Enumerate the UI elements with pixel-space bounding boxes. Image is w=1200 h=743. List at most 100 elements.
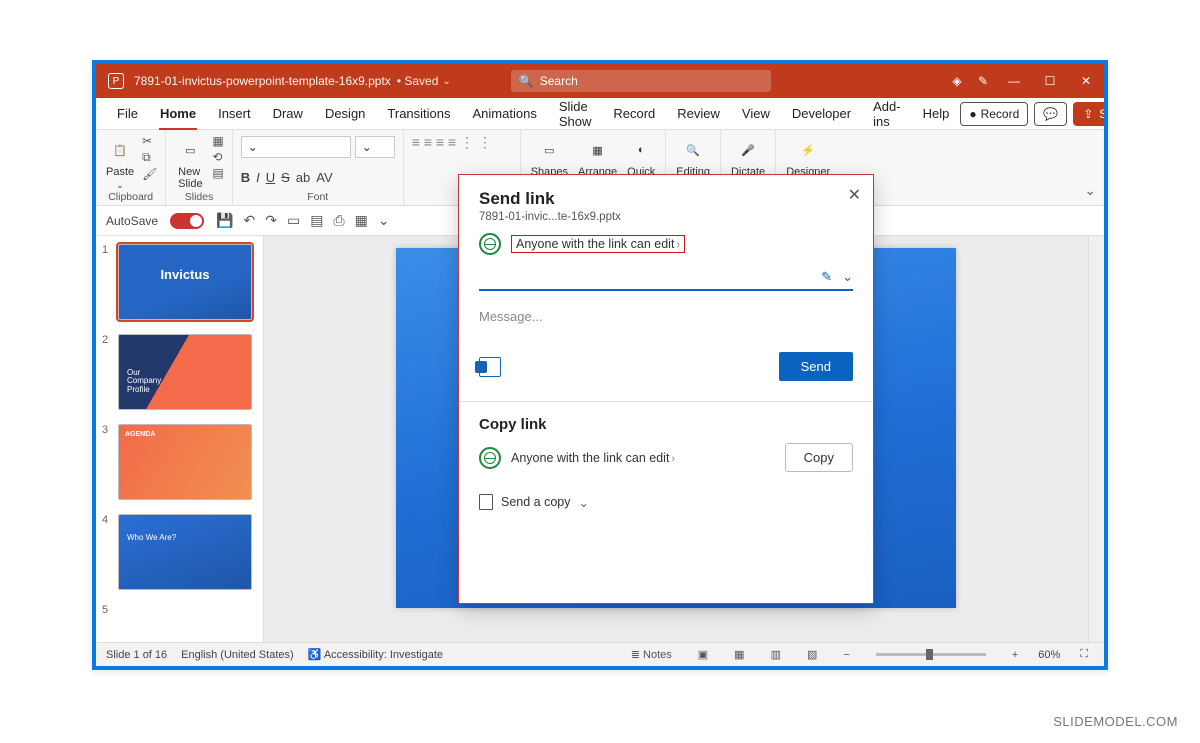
message-input[interactable]: Message... bbox=[479, 309, 853, 324]
bold-button[interactable]: B bbox=[241, 170, 250, 185]
accessibility-status[interactable]: ♿ Accessibility: Investigate bbox=[308, 648, 443, 661]
redo-icon[interactable]: ↷ bbox=[265, 212, 277, 229]
divider bbox=[459, 401, 873, 402]
link-permission-row[interactable]: Anyone with the link can edit› bbox=[479, 233, 853, 255]
cut-icon[interactable]: ✂ bbox=[142, 134, 157, 148]
menu-animations[interactable]: Animations bbox=[462, 98, 548, 130]
close-dialog-button[interactable]: ✕ bbox=[848, 185, 861, 205]
chevron-right-icon: › bbox=[676, 239, 680, 251]
reset-icon[interactable]: ⟲ bbox=[212, 150, 223, 164]
layout-icon[interactable]: ▦ bbox=[212, 134, 223, 148]
ribbon-font-group: ⌄ ⌄ B I U S ab AV Font bbox=[233, 130, 404, 205]
paste-button[interactable]: 📋Paste⌄ bbox=[104, 134, 136, 193]
qat-icon[interactable]: ▭ bbox=[287, 212, 300, 229]
app-window: P 7891-01-invictus-powerpoint-template-1… bbox=[92, 60, 1108, 670]
chevron-right-icon: › bbox=[671, 453, 675, 465]
chevron-down-icon: ⌄ bbox=[579, 495, 589, 510]
zoom-slider[interactable] bbox=[876, 653, 986, 656]
strike-button[interactable]: S bbox=[281, 170, 290, 185]
menu-file[interactable]: File bbox=[106, 98, 149, 130]
search-box[interactable]: 🔍 bbox=[511, 70, 771, 92]
powerpoint-icon: P bbox=[108, 73, 124, 89]
premium-icon[interactable]: ◈ bbox=[944, 74, 970, 88]
menu-draw[interactable]: Draw bbox=[262, 98, 314, 130]
ribbon-clipboard-group: 📋Paste⌄ ✂ ⧉ 🖌 Clipboard bbox=[96, 130, 166, 205]
reading-view-icon[interactable]: ▥ bbox=[765, 648, 787, 661]
search-input[interactable] bbox=[540, 74, 763, 88]
coming-soon-icon[interactable]: ✎ bbox=[970, 74, 996, 88]
pencil-icon[interactable]: ✎ bbox=[821, 269, 832, 285]
slide-thumb-4[interactable]: Who We Are? bbox=[118, 514, 252, 590]
autosave-toggle[interactable] bbox=[170, 213, 204, 229]
send-button[interactable]: Send bbox=[779, 352, 853, 381]
autosave-label: AutoSave bbox=[106, 214, 158, 228]
watermark: SLIDEMODEL.COM bbox=[1053, 714, 1178, 729]
title-bar: P 7891-01-invictus-powerpoint-template-1… bbox=[96, 64, 1104, 98]
minimize-button[interactable]: — bbox=[996, 64, 1032, 98]
new-slide-button[interactable]: ▭New Slide bbox=[174, 134, 206, 192]
format-painter-icon[interactable]: 🖌 bbox=[142, 167, 157, 181]
menu-insert[interactable]: Insert bbox=[207, 98, 262, 130]
save-icon[interactable]: 💾 bbox=[216, 212, 233, 229]
vertical-scrollbar[interactable] bbox=[1088, 236, 1104, 642]
menu-addins[interactable]: Add-ins bbox=[862, 98, 911, 130]
qat-icon[interactable]: ▦ bbox=[355, 212, 368, 229]
search-icon: 🔍 bbox=[519, 74, 534, 88]
menu-transitions[interactable]: Transitions bbox=[376, 98, 461, 130]
undo-icon[interactable]: ↶ bbox=[243, 212, 255, 229]
slide-thumb-1[interactable] bbox=[118, 244, 252, 320]
char-spacing-button[interactable]: AV bbox=[316, 170, 332, 185]
menu-record[interactable]: Record bbox=[602, 98, 666, 130]
record-button[interactable]: ● Record bbox=[960, 102, 1028, 126]
slide-thumb-2[interactable]: OurCompanyProfile bbox=[118, 334, 252, 410]
slideshow-view-icon[interactable]: ▧ bbox=[801, 648, 823, 661]
slide-thumbnails-panel[interactable]: 1 2OurCompanyProfile 3AGENDA 4Who We Are… bbox=[96, 236, 264, 642]
menu-home[interactable]: Home bbox=[149, 98, 207, 130]
fit-slide-icon[interactable]: ⛶ bbox=[1074, 648, 1094, 661]
status-bar: Slide 1 of 16 English (United States) ♿ … bbox=[96, 642, 1104, 666]
italic-button[interactable]: I bbox=[256, 170, 260, 185]
zoom-value[interactable]: 60% bbox=[1038, 649, 1060, 661]
collapse-ribbon-icon[interactable]: ⌄ bbox=[1084, 182, 1096, 199]
copy-link-permission-row[interactable]: Anyone with the link can edit› bbox=[479, 447, 675, 469]
menu-slideshow[interactable]: Slide Show bbox=[548, 98, 603, 130]
menu-design[interactable]: Design bbox=[314, 98, 376, 130]
qat-more-icon[interactable]: ⌄ bbox=[378, 212, 390, 229]
globe-icon bbox=[479, 447, 501, 469]
slide-thumb-3[interactable]: AGENDA bbox=[118, 424, 252, 500]
title-dropdown-icon[interactable]: ⌄ bbox=[442, 76, 450, 87]
recipients-input[interactable]: ✎ ⌄ bbox=[479, 265, 853, 291]
close-window-button[interactable]: ✕ bbox=[1068, 64, 1104, 98]
menu-developer[interactable]: Developer bbox=[781, 98, 862, 130]
copy-icon[interactable]: ⧉ bbox=[142, 150, 157, 165]
subscript-button[interactable]: ab bbox=[296, 170, 310, 185]
underline-button[interactable]: U bbox=[266, 170, 275, 185]
section-icon[interactable]: ▤ bbox=[212, 166, 223, 180]
zoom-in-icon[interactable]: + bbox=[1006, 649, 1024, 661]
send-a-copy-button[interactable]: Send a copy ⌄ bbox=[479, 494, 853, 510]
menu-review[interactable]: Review bbox=[666, 98, 731, 130]
qat-icon[interactable]: ⎙ bbox=[333, 212, 344, 229]
zoom-out-icon[interactable]: − bbox=[837, 649, 855, 661]
maximize-button[interactable]: ☐ bbox=[1032, 64, 1068, 98]
qat-icon[interactable]: ▤ bbox=[310, 212, 323, 229]
document-icon bbox=[479, 494, 493, 510]
notes-button[interactable]: ≣ Notes bbox=[625, 648, 678, 661]
comments-button[interactable]: 💬 bbox=[1034, 102, 1067, 126]
ribbon-slides-group: ▭New Slide ▦ ⟲ ▤ Slides bbox=[166, 130, 232, 205]
normal-view-icon[interactable]: ▣ bbox=[692, 648, 714, 661]
language-status[interactable]: English (United States) bbox=[181, 649, 294, 661]
menu-help[interactable]: Help bbox=[912, 98, 961, 130]
share-button[interactable]: ⇪ Share ▾ bbox=[1073, 102, 1108, 126]
document-title: 7891-01-invictus-powerpoint-template-16x… bbox=[134, 74, 391, 88]
slide-count[interactable]: Slide 1 of 16 bbox=[106, 649, 167, 661]
outlook-icon[interactable] bbox=[479, 357, 501, 377]
copy-link-heading: Copy link bbox=[479, 416, 853, 433]
font-name-box[interactable]: ⌄ bbox=[241, 136, 351, 158]
sorter-view-icon[interactable]: ▦ bbox=[728, 648, 750, 661]
share-dialog-title: Send link bbox=[479, 189, 853, 209]
menu-view[interactable]: View bbox=[731, 98, 781, 130]
copy-button[interactable]: Copy bbox=[785, 443, 853, 472]
font-size-box[interactable]: ⌄ bbox=[355, 136, 395, 158]
chevron-down-icon[interactable]: ⌄ bbox=[842, 269, 853, 285]
